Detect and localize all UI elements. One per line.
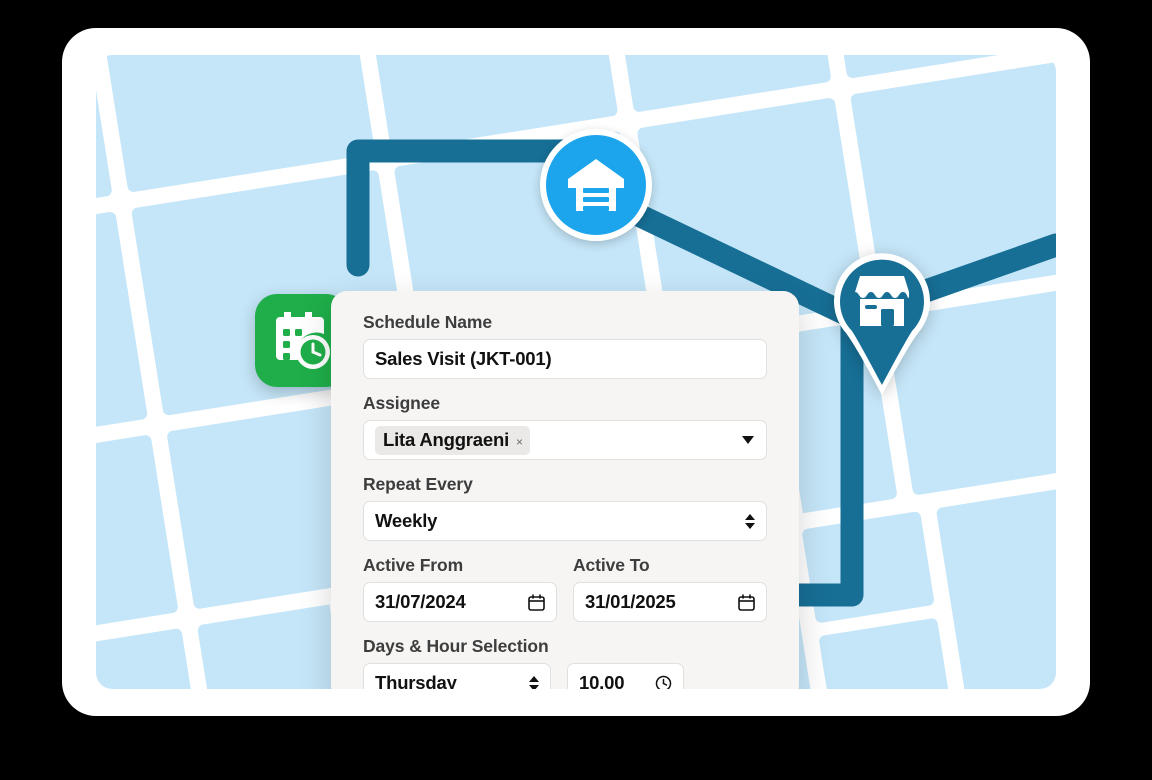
calendar-icon[interactable] [528, 594, 545, 611]
active-to-label: Active To [573, 555, 767, 576]
field-repeat-every: Repeat Every Weekly [363, 474, 767, 541]
schedule-name-label: Schedule Name [363, 312, 767, 333]
day-value: Thursday [375, 672, 457, 689]
active-from-label: Active From [363, 555, 557, 576]
field-active-from: Active From 31/07/2024 [363, 555, 557, 622]
schedule-name-input[interactable]: Sales Visit (JKT-001) [363, 339, 767, 379]
field-assignee: Assignee Lita Anggraeni × [363, 393, 767, 460]
day-select[interactable]: Thursday [363, 663, 551, 689]
field-days-hour: Days & Hour Selection Thursday 10.00 [363, 636, 767, 689]
chevron-down-icon[interactable] [742, 436, 754, 444]
map-viewport[interactable]: Schedule Name Sales Visit (JKT-001) Assi… [96, 55, 1056, 689]
active-from-value: 31/07/2024 [375, 591, 466, 613]
calendar-clock-icon [271, 310, 332, 371]
field-schedule-name: Schedule Name Sales Visit (JKT-001) [363, 312, 767, 379]
schedule-form-card: Schedule Name Sales Visit (JKT-001) Assi… [331, 291, 799, 689]
clock-icon[interactable] [655, 675, 672, 690]
warehouse-icon [566, 157, 626, 213]
schedule-name-value: Sales Visit (JKT-001) [375, 348, 551, 370]
calendar-icon[interactable] [738, 594, 755, 611]
assignee-chip-remove-icon[interactable]: × [516, 435, 523, 449]
storefront-icon [854, 275, 910, 327]
select-stepper-icon[interactable] [745, 514, 755, 529]
field-active-range: Active From 31/07/2024 Active To [363, 555, 767, 622]
repeat-every-label: Repeat Every [363, 474, 767, 495]
repeat-every-select[interactable]: Weekly [363, 501, 767, 541]
days-hour-label: Days & Hour Selection [363, 636, 767, 657]
assignee-multiselect[interactable]: Lita Anggraeni × [363, 420, 767, 460]
assignee-chip-label: Lita Anggraeni [383, 429, 509, 451]
active-from-date-input[interactable]: 31/07/2024 [363, 582, 557, 622]
time-input[interactable]: 10.00 [567, 663, 684, 689]
map-marker-store[interactable] [824, 245, 940, 397]
map-marker-warehouse[interactable] [540, 129, 652, 241]
time-value: 10.00 [579, 672, 624, 689]
active-to-date-input[interactable]: 31/01/2025 [573, 582, 767, 622]
repeat-every-value: Weekly [375, 510, 437, 532]
assignee-chip[interactable]: Lita Anggraeni × [375, 426, 530, 455]
field-active-to: Active To 31/01/2025 [573, 555, 767, 622]
assignee-label: Assignee [363, 393, 767, 414]
active-to-value: 31/01/2025 [585, 591, 676, 613]
device-frame: Schedule Name Sales Visit (JKT-001) Assi… [62, 28, 1090, 716]
select-stepper-icon[interactable] [529, 676, 539, 690]
